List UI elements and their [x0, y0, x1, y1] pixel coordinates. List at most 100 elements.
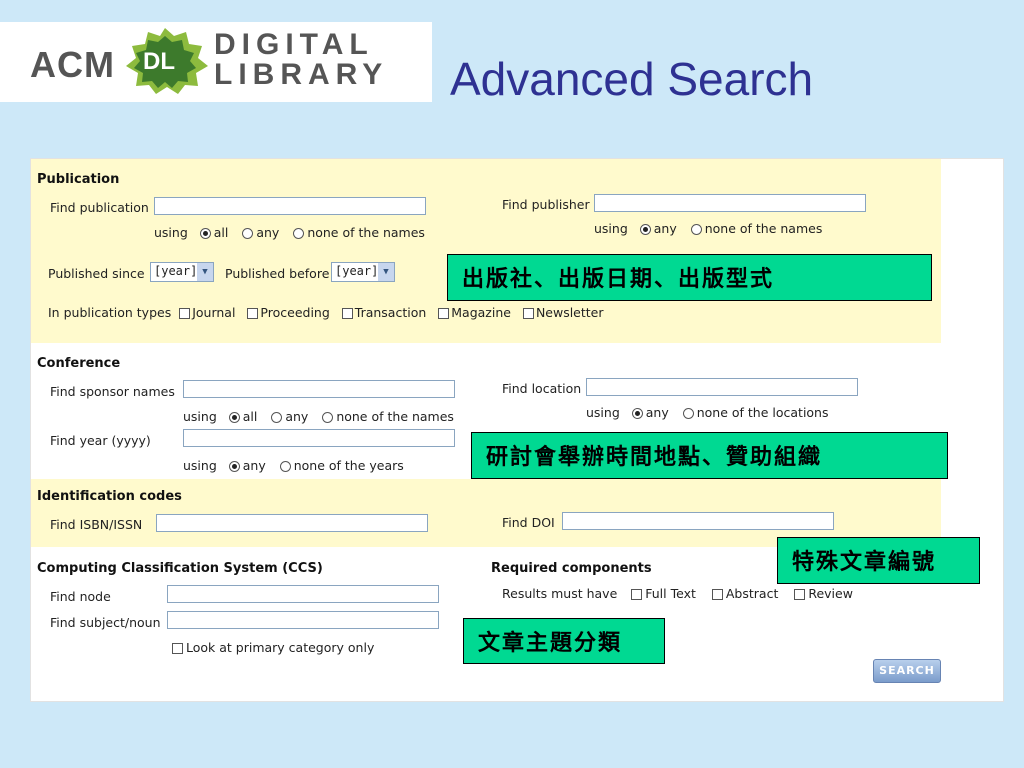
- type-journal-checkbox[interactable]: [179, 308, 191, 319]
- sponsor-any-label: any: [285, 409, 309, 424]
- page-title: Advanced Search: [450, 53, 814, 105]
- publisher-none-label: none of the names: [704, 221, 823, 236]
- sponsor-any-radio[interactable]: [271, 412, 283, 423]
- year-match-options: using any none of the years: [183, 458, 414, 473]
- logo-line2: LIBRARY: [214, 58, 389, 91]
- sponsor-none-radio[interactable]: [322, 412, 334, 423]
- pub-all-radio[interactable]: [199, 228, 211, 239]
- primary-category-label: Look at primary category only: [186, 640, 375, 655]
- required-components-row: Results must have Full Text Abstract Rev…: [502, 586, 853, 601]
- published-since-select[interactable]: [year] ▼: [150, 262, 214, 282]
- type-newsletter-label: Newsletter: [535, 305, 604, 320]
- find-subject-label: Find subject/noun: [50, 615, 161, 630]
- pub-any-radio[interactable]: [242, 228, 254, 239]
- find-doi-input[interactable]: [562, 512, 834, 530]
- location-any-label: any: [645, 405, 669, 420]
- find-location-input[interactable]: [586, 378, 858, 396]
- type-journal-label: Journal: [192, 305, 236, 320]
- type-newsletter-checkbox[interactable]: [522, 308, 534, 319]
- publisher-match-options: using any none of the names: [594, 221, 832, 236]
- pub-any-label: any: [256, 225, 280, 240]
- published-since-value: [year]: [154, 264, 198, 278]
- review-label: Review: [808, 586, 853, 601]
- using-label: using: [154, 225, 188, 240]
- using-label: using: [183, 409, 217, 424]
- annotation-conference: 研討會舉辦時間地點、贊助組織: [471, 432, 948, 479]
- logo-acm-text: ACM: [30, 44, 115, 85]
- conference-header: Conference: [37, 356, 121, 371]
- location-none-radio[interactable]: [682, 408, 694, 419]
- find-publication-label: Find publication: [50, 200, 149, 215]
- location-none-label: none of the locations: [696, 405, 829, 420]
- abstract-label: Abstract: [725, 586, 779, 601]
- using-label: using: [183, 458, 217, 473]
- find-isbn-input[interactable]: [156, 514, 428, 532]
- published-before-value: [year]: [335, 264, 379, 278]
- abstract-checkbox[interactable]: [711, 589, 723, 600]
- year-none-radio[interactable]: [279, 461, 291, 472]
- logo-digital-library-text: DIGITAL LIBRARY: [214, 30, 388, 90]
- type-magazine-checkbox[interactable]: [438, 308, 450, 319]
- find-location-label: Find location: [502, 381, 582, 396]
- find-sponsor-label: Find sponsor names: [50, 384, 175, 399]
- find-node-input[interactable]: [167, 585, 439, 603]
- ccs-header: Computing Classification System (CCS): [37, 561, 323, 576]
- find-year-label: Find year (yyyy): [50, 433, 151, 448]
- review-checkbox[interactable]: [794, 589, 806, 600]
- type-magazine-label: Magazine: [451, 305, 511, 320]
- published-before-select[interactable]: [year] ▼: [331, 262, 395, 282]
- find-node-label: Find node: [50, 589, 111, 604]
- primary-category-checkbox[interactable]: [172, 643, 183, 654]
- find-publisher-input[interactable]: [594, 194, 866, 212]
- pub-all-label: all: [213, 225, 229, 240]
- publisher-none-radio[interactable]: [690, 224, 702, 235]
- publication-header: Publication: [37, 172, 120, 187]
- find-subject-input[interactable]: [167, 611, 439, 629]
- results-must-have-label: Results must have: [502, 586, 618, 601]
- sponsor-none-label: none of the names: [336, 409, 454, 424]
- find-sponsor-input[interactable]: [183, 380, 455, 398]
- location-any-radio[interactable]: [631, 408, 643, 419]
- publisher-any-radio[interactable]: [639, 224, 651, 235]
- sponsor-match-options: using all any none of the names: [183, 409, 464, 424]
- required-components-header: Required components: [491, 561, 652, 576]
- logo-line1: DIGITAL: [214, 28, 374, 61]
- search-button[interactable]: SEARCH: [873, 659, 941, 683]
- type-transaction-label: Transaction: [354, 305, 427, 320]
- find-publication-input[interactable]: [154, 197, 426, 215]
- find-publisher-label: Find publisher: [502, 197, 590, 212]
- annotation-publication: 出版社、出版日期、出版型式: [447, 254, 932, 301]
- fulltext-checkbox[interactable]: [631, 589, 643, 600]
- published-since-label: Published since: [48, 266, 145, 281]
- find-doi-label: Find DOI: [502, 515, 555, 530]
- type-transaction-checkbox[interactable]: [341, 308, 353, 319]
- using-label: using: [586, 405, 620, 420]
- find-isbn-label: Find ISBN/ISSN: [50, 517, 143, 532]
- year-any-label: any: [242, 458, 266, 473]
- annotation-ccs: 文章主題分類: [463, 618, 665, 664]
- publisher-any-label: any: [653, 221, 677, 236]
- year-none-label: none of the years: [293, 458, 404, 473]
- published-before-label: Published before: [225, 266, 330, 281]
- find-year-input[interactable]: [183, 429, 455, 447]
- location-match-options: using any none of the locations: [586, 405, 839, 420]
- using-label: using: [594, 221, 628, 236]
- pub-none-radio[interactable]: [293, 228, 305, 239]
- year-any-radio[interactable]: [228, 461, 240, 472]
- acm-dl-logo: ACM DL DIGITAL LIBRARY: [0, 22, 432, 102]
- chevron-down-icon: ▼: [197, 263, 213, 281]
- type-proceeding-label: Proceeding: [260, 305, 330, 320]
- publication-match-options: using all any none of the names: [154, 225, 435, 240]
- fulltext-label: Full Text: [645, 586, 696, 601]
- primary-category-row: Look at primary category only: [172, 640, 374, 655]
- chevron-down-icon: ▼: [378, 263, 394, 281]
- logo-dl-text: DL: [143, 48, 175, 75]
- annotation-codes: 特殊文章編號: [777, 537, 980, 584]
- sponsor-all-radio[interactable]: [228, 412, 240, 423]
- publication-types-row: In publication types Journal Proceeding …: [48, 305, 612, 320]
- pub-none-label: none of the names: [307, 225, 425, 240]
- identification-header: Identification codes: [37, 489, 182, 504]
- publication-types-label: In publication types: [48, 305, 172, 320]
- type-proceeding-checkbox[interactable]: [247, 308, 259, 319]
- sponsor-all-label: all: [242, 409, 258, 424]
